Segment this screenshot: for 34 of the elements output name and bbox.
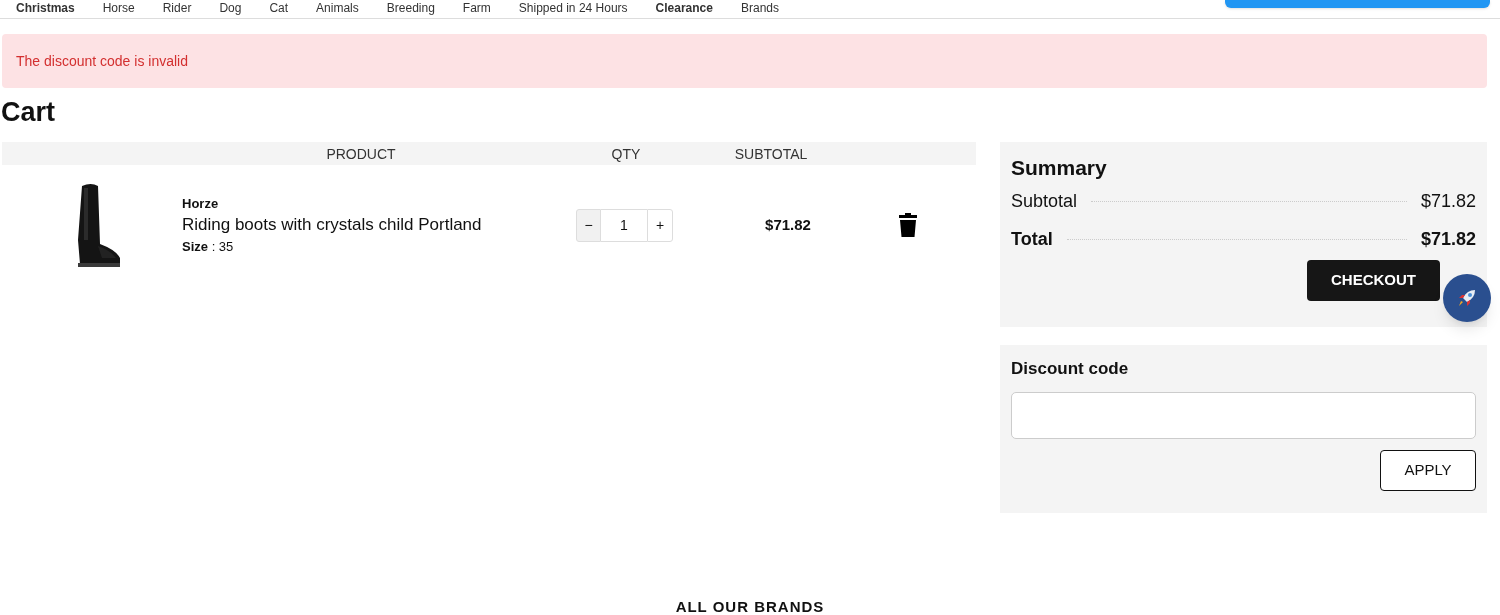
- nav-link[interactable]: Cat: [269, 1, 289, 15]
- summary-title: Summary: [1011, 155, 1108, 181]
- nav-link[interactable]: Breeding: [386, 1, 435, 15]
- column-heading: SUBTOTAL: [734, 145, 808, 164]
- column-heading: QTY: [611, 145, 641, 164]
- product-name[interactable]: Riding boots with crystals child Portland: [182, 213, 572, 237]
- nav-link[interactable]: Dog: [219, 1, 242, 15]
- summary-label: Subtotal: [1011, 189, 1078, 213]
- column-heading: PRODUCT: [326, 145, 396, 164]
- nav-link[interactable]: Clearance: [655, 1, 713, 15]
- summary-value: $71.82: [1420, 189, 1476, 213]
- summary-value: $71.82: [1420, 227, 1476, 251]
- apply-button[interactable]: APPLY: [1380, 450, 1476, 491]
- nav-link[interactable]: Christmas: [16, 1, 75, 15]
- increase-button[interactable]: +: [647, 208, 673, 242]
- row-subtotal: $71.82: [764, 214, 812, 235]
- page-title: Cart: [1, 96, 56, 128]
- discount-title: Discount code: [1011, 358, 1130, 380]
- nav-link[interactable]: Rider: [162, 1, 192, 15]
- trash-icon[interactable]: [899, 213, 917, 237]
- nav-link[interactable]: Horse: [102, 1, 135, 15]
- nav-link[interactable]: Shipped in 24 Hours: [518, 1, 628, 15]
- summary-label: Total: [1011, 227, 1053, 251]
- product-size: Size : 35: [182, 238, 235, 256]
- nav-link[interactable]: Brands: [740, 1, 779, 15]
- nav-link[interactable]: Farm: [462, 1, 491, 15]
- brands-heading: ALL OUR BRANDS: [675, 598, 825, 615]
- nav-link[interactable]: Animals: [316, 1, 359, 15]
- quantity-field[interactable]: 1: [601, 208, 647, 242]
- alert-message: The discount code is invalid: [16, 51, 188, 71]
- decrease-button[interactable]: −: [576, 208, 601, 242]
- checkout-button[interactable]: CHECKOUT: [1307, 260, 1440, 301]
- product-brand: Horze: [182, 194, 220, 213]
- discount-field[interactable]: [1011, 392, 1476, 439]
